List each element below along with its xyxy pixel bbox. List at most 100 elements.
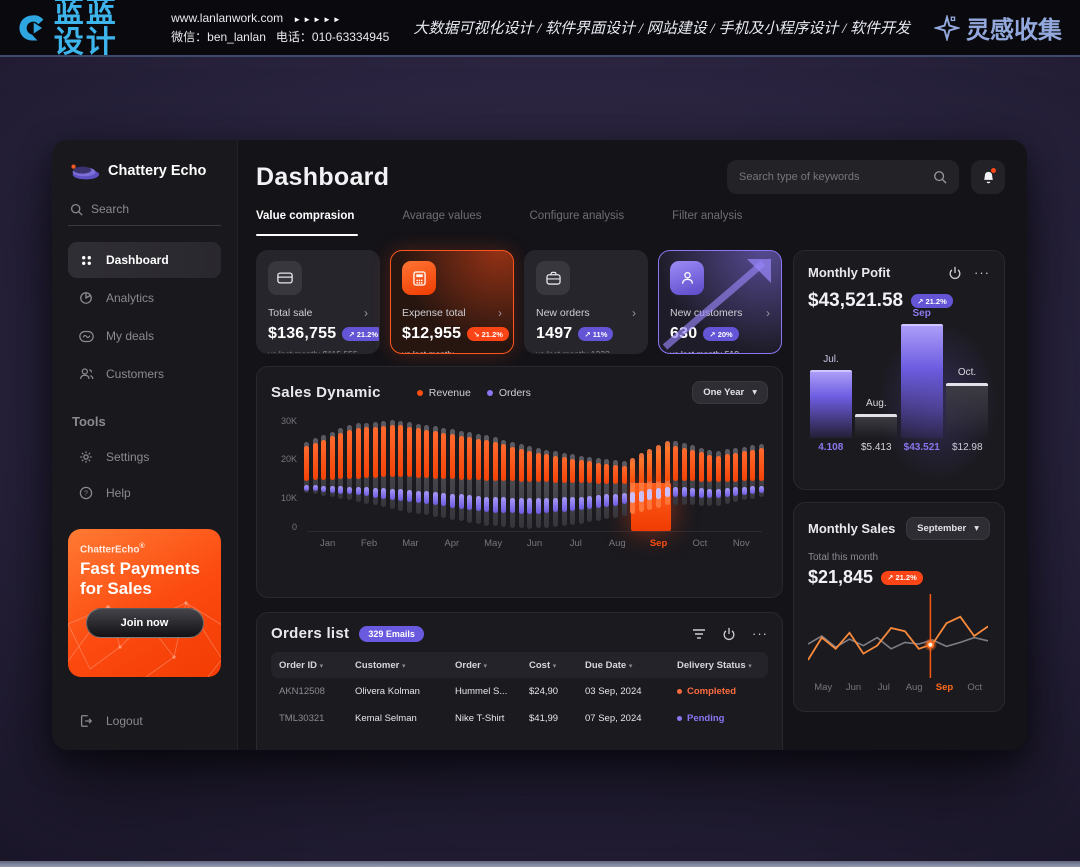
stat-card-expense-total[interactable]: Expense total› $12,955 ↘ 21.2% vs last m… [390, 250, 514, 354]
range-selector[interactable]: One Year▾ [692, 381, 768, 404]
stat-vs-last-month: vs last month: $15,117.52 [402, 349, 492, 354]
arrows-decor: ►►►►► [293, 15, 343, 24]
orders-list-panel: Orders list 329 Emails ··· [256, 612, 783, 750]
brand-name: 蓝蓝设计 [54, 0, 147, 58]
sidebar-item-customers[interactable]: Customers [68, 356, 221, 392]
chart-legend: Revenue Orders [417, 387, 531, 399]
stat-card-total-sale[interactable]: Total sale› $136,755 ↗ 21.2% vs last mon… [256, 250, 380, 354]
sales-x-axis: May Jun Jul Aug Sep Oct [808, 682, 990, 693]
eq-bar [622, 414, 627, 532]
chevron-right-icon: › [766, 306, 770, 320]
eq-bar [682, 414, 687, 532]
total-this-month-label: Total this month [808, 552, 990, 563]
col-cost[interactable]: Cost ▾ [529, 660, 585, 671]
calculator-icon [402, 261, 436, 295]
keyword-search[interactable] [727, 160, 959, 194]
stat-card-new-orders[interactable]: New orders› 1497 ↗ 11% vs last month: 13… [524, 250, 648, 354]
sidebar-search-input[interactable] [91, 202, 201, 216]
eq-bar [450, 414, 455, 532]
more-options-icon[interactable]: ··· [974, 265, 990, 280]
inspiration-collect: 灵感收集 [934, 10, 1062, 45]
tools-heading: Tools [72, 414, 221, 429]
col-order-id[interactable]: Order ID ▾ [279, 660, 355, 671]
join-now-button[interactable]: Join now [86, 608, 204, 638]
more-options-icon[interactable]: ··· [752, 626, 768, 641]
orders-list-title: Orders list [271, 625, 349, 642]
stat-cards-row: Total sale› $136,755 ↗ 21.2% vs last mon… [256, 250, 783, 354]
sales-dynamic-title: Sales Dynamic [271, 384, 381, 401]
cell-order-id: AKN12508 [279, 686, 355, 697]
tab-bar: Value comprasion Avarage values Configur… [256, 210, 1005, 234]
sidebar-item-settings[interactable]: Settings [68, 439, 221, 475]
notifications-button[interactable] [971, 160, 1005, 194]
eq-bar [441, 414, 446, 532]
sidebar-item-dashboard[interactable]: Dashboard [68, 242, 221, 278]
status-badge: Completed [677, 686, 783, 697]
x-axis: JanFeb MarApr MayJun JulAug SepOct Nov [307, 538, 762, 549]
monthly-profit-card: Monthly Pofit ··· $43,521.58 ↗ 21.2% [793, 250, 1005, 490]
eq-bar [562, 414, 567, 532]
dashboard-app-window: Chattery Echo Dashboard [52, 140, 1027, 750]
eq-bar [304, 414, 309, 532]
eq-bar [433, 414, 438, 532]
bar-oct: Oct. [946, 320, 988, 438]
chevron-right-icon: › [364, 306, 368, 320]
banner-wechat: 微信：ben_lanlan [171, 30, 266, 44]
svg-text:?: ? [84, 491, 88, 498]
filter-icon[interactable] [692, 628, 706, 640]
pie-chart-icon [78, 291, 94, 305]
cell-cost: $41,99 [529, 713, 585, 724]
eq-bar [356, 414, 361, 532]
chevron-right-icon: › [632, 306, 636, 320]
sales-line-chart [808, 592, 988, 680]
tab-filter-analysis[interactable]: Filter analysis [672, 210, 742, 234]
profit-bar-values: 4.108 $5.413 $43.521 $12.98 [808, 442, 990, 453]
nav-label: My deals [106, 329, 154, 343]
nav-label: Analytics [106, 291, 154, 305]
gear-icon [78, 450, 94, 464]
eq-bar [347, 414, 352, 532]
chevron-down-icon: ▾ [752, 387, 757, 398]
export-icon[interactable] [948, 266, 962, 280]
sidebar-item-analytics[interactable]: Analytics [68, 280, 221, 316]
tab-configure-analysis[interactable]: Configure analysis [530, 210, 625, 234]
table-row[interactable]: AKN12508 Olivera Kolman Hummel S... $24,… [271, 678, 768, 705]
eq-bar [707, 414, 712, 532]
monthly-profit-title: Monthly Pofit [808, 265, 890, 280]
profit-bar-chart: Jul. Aug. Sep Oct. [808, 320, 990, 438]
col-order[interactable]: Order ▾ [455, 660, 529, 671]
tab-value-comprasion[interactable]: Value comprasion [256, 210, 354, 234]
eq-bar [364, 414, 369, 532]
stat-vs-last-month: vs last month: $115,555 [268, 349, 358, 354]
table-row[interactable]: TML30321 Kemal Selman Nike T-Shirt $41,9… [271, 705, 768, 732]
eq-bar [398, 414, 403, 532]
banner-site: www.lanlanwork.com [171, 11, 283, 25]
collect-label: 灵感收集 [966, 10, 1062, 45]
stat-card-new-customers[interactable]: New customers› 630 ↗ 20% vs last month: … [658, 250, 782, 354]
col-due-date[interactable]: Due Date ▾ [585, 660, 677, 671]
col-delivery-status[interactable]: Delivery Status ▾ [677, 660, 783, 671]
eq-bar [527, 414, 532, 532]
logout-button[interactable]: Logout [68, 708, 221, 734]
eq-bar [656, 414, 661, 532]
banner-contact: www.lanlanwork.com►►►►► 微信：ben_lanlan 电话… [171, 9, 389, 46]
monthly-profit-value: $43,521.58 [808, 290, 903, 312]
eq-bar [416, 414, 421, 532]
tab-avarage-values[interactable]: Avarage values [402, 210, 481, 234]
eq-bar [742, 414, 747, 532]
col-customer[interactable]: Customer ▾ [355, 660, 455, 671]
promo-title: Fast Payments for Sales [80, 559, 200, 598]
sidebar-search[interactable] [68, 202, 221, 226]
sidebar-item-my-deals[interactable]: My deals [68, 318, 221, 354]
eq-bar [647, 414, 652, 532]
eq-bar [630, 414, 635, 532]
emails-badge: 329 Emails [359, 626, 424, 642]
sidebar-item-help[interactable]: ? Help [68, 475, 221, 511]
export-icon[interactable] [722, 627, 736, 641]
keyword-search-input[interactable] [739, 171, 933, 183]
eq-bar [604, 414, 609, 532]
stat-vs-last-month: vs last month: 1332 [536, 349, 626, 354]
sidebar: Chattery Echo Dashboard [52, 140, 238, 750]
trend-badge: ↗ 11% [578, 327, 613, 341]
month-selector[interactable]: September▾ [906, 517, 990, 540]
